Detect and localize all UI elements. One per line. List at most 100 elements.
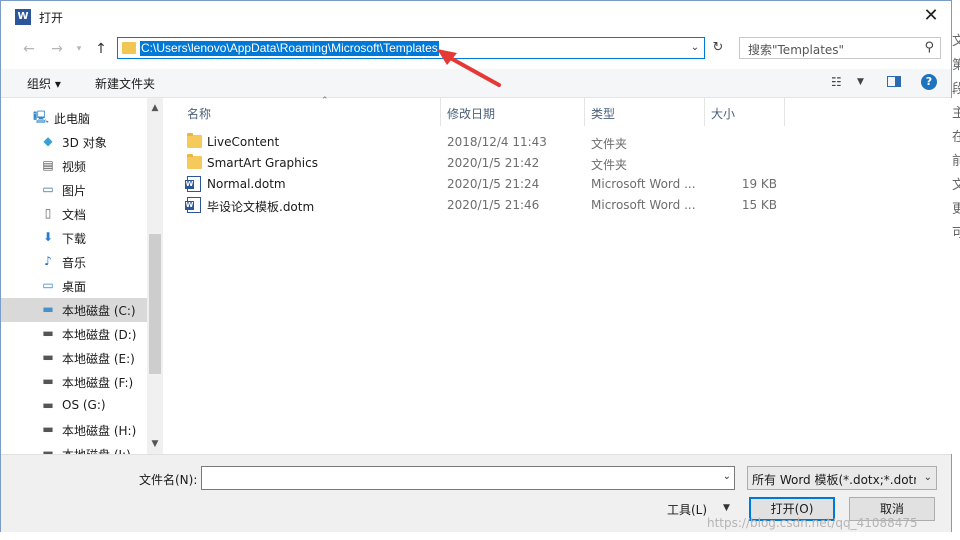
scroll-thumb[interactable]: [149, 234, 161, 374]
address-bar[interactable]: C:\Users\lenovo\AppData\Roaming\Microsof…: [117, 37, 705, 59]
scroll-down-icon[interactable]: ▼: [147, 436, 163, 452]
annotation-arrow-icon: [437, 49, 501, 87]
chevron-down-icon[interactable]: ▼: [723, 503, 730, 513]
nav-item-label: 本地磁盘 (D:): [62, 328, 137, 342]
filetype-select[interactable]: 所有 Word 模板(*.dotx;*.dotm ⌄: [747, 466, 937, 490]
desktop-icon: ▭: [42, 278, 54, 292]
filename-label: 文件名(N):: [139, 473, 198, 487]
filename-input[interactable]: ⌄: [201, 466, 735, 490]
column-header-name[interactable]: 名称 ⌃: [179, 96, 439, 126]
column-header-modified[interactable]: 修改日期: [439, 98, 583, 126]
nav-item[interactable]: ▬ 本地磁盘 (F:): [1, 370, 147, 394]
nav-item[interactable]: ▬ 本地磁盘 (C:): [1, 298, 147, 322]
recent-dropdown-icon[interactable]: ▾: [69, 39, 89, 59]
drive-icon: ▬: [42, 398, 54, 412]
nav-item[interactable]: ▬ OS (G:): [1, 394, 147, 418]
organize-button[interactable]: 组织 ▾: [27, 75, 61, 92]
pc-icon: 🖳: [33, 110, 50, 124]
file-size: 15 KB: [741, 198, 777, 212]
forward-arrow-icon[interactable]: →: [47, 39, 67, 59]
nav-item-label: 文档: [62, 208, 87, 222]
background-text-fragment: 主: [952, 106, 960, 121]
video-icon: ▤: [42, 158, 54, 172]
nav-item-label: 本地磁盘 (C:): [62, 304, 136, 318]
file-modified: 2020/1/5 21:24: [447, 177, 540, 191]
nav-item[interactable]: 🖳 此电脑: [1, 106, 147, 130]
search-box[interactable]: 搜索"Templates" ⚲: [739, 37, 941, 59]
file-list: 名称 ⌃ 修改日期 类型 大小 LiveContent 2018/12/4 11:…: [163, 96, 952, 454]
file-name: Normal.dotm: [207, 177, 286, 191]
column-header-type[interactable]: 类型: [583, 98, 703, 126]
nav-item-label: 图片: [62, 184, 87, 198]
nav-item-label: 视频: [62, 160, 87, 174]
background-text-fragment: 段: [952, 82, 960, 97]
nav-item-label: 3D 对象: [62, 136, 107, 150]
chevron-down-icon[interactable]: ⌄: [723, 471, 731, 482]
nav-scrollbar[interactable]: ▲ ▼: [147, 98, 163, 454]
file-name: LiveContent: [207, 135, 280, 149]
new-folder-button[interactable]: 新建文件夹: [95, 75, 155, 92]
search-icon[interactable]: ⚲: [924, 40, 934, 55]
folder-icon: [122, 42, 136, 54]
nav-item-label: 下载: [62, 232, 87, 246]
refresh-icon[interactable]: ↻: [709, 39, 727, 57]
background-text-fragment: 前: [952, 154, 960, 169]
file-name: SmartArt Graphics: [207, 156, 318, 170]
file-type: 文件夹: [591, 137, 628, 151]
chevron-down-icon[interactable]: ⌄: [924, 472, 932, 483]
nav-item-label: 本地磁盘 (H:): [62, 424, 137, 438]
file-row[interactable]: Normal.dotm 2020/1/5 21:24 Microsoft Word …: [163, 174, 952, 195]
folder-icon: [187, 133, 202, 148]
file-row[interactable]: LiveContent 2018/12/4 11:43 文件夹: [163, 132, 952, 153]
nav-item[interactable]: ◆ 3D 对象: [1, 130, 147, 154]
up-arrow-icon[interactable]: ↑: [91, 39, 111, 59]
file-modified: 2020/1/5 21:42: [447, 156, 540, 170]
file-modified: 2018/12/4 11:43: [447, 135, 547, 149]
background-text-fragment: 可: [952, 226, 960, 241]
tools-menu[interactable]: 工具(L): [667, 501, 707, 518]
nav-item[interactable]: ▯ 文档: [1, 202, 147, 226]
back-arrow-icon[interactable]: ←: [19, 39, 39, 59]
view-options-icon[interactable]: ☷: [831, 75, 842, 89]
column-divider[interactable]: [784, 98, 785, 126]
open-file-dialog: W 打开 ✕ ← → ▾ ↑ C:\Users\lenovo\AppData\R…: [0, 0, 952, 533]
nav-item[interactable]: ⬇ 下载: [1, 226, 147, 250]
file-row[interactable]: 毕设论文模板.dotm 2020/1/5 21:46 Microsoft Word …: [163, 195, 952, 216]
watermark-text: https://blog.csdn.net/qq_41088475: [707, 516, 918, 530]
nav-item[interactable]: ▭ 图片: [1, 178, 147, 202]
search-placeholder: 搜索"Templates": [748, 43, 845, 57]
nav-item-label: 本地磁盘 (I:): [62, 446, 131, 454]
file-row[interactable]: SmartArt Graphics 2020/1/5 21:42 文件夹: [163, 153, 952, 174]
nav-item[interactable]: ▬ 本地磁盘 (I:): [1, 442, 147, 455]
nav-item[interactable]: ▬ 本地磁盘 (D:): [1, 322, 147, 346]
nav-item-label: OS (G:): [62, 398, 106, 412]
nav-item[interactable]: ▬ 本地磁盘 (E:): [1, 346, 147, 370]
help-icon[interactable]: ?: [921, 74, 937, 90]
nav-item[interactable]: ♪ 音乐: [1, 250, 147, 274]
preview-pane-icon[interactable]: [887, 76, 901, 87]
background-text-fragment: 第: [952, 58, 960, 73]
chevron-down-icon[interactable]: ⌄: [688, 40, 702, 56]
address-path-text[interactable]: C:\Users\lenovo\AppData\Roaming\Microsof…: [140, 41, 439, 56]
nav-item[interactable]: ▬ 本地磁盘 (H:): [1, 418, 147, 442]
scroll-up-icon[interactable]: ▲: [147, 100, 163, 116]
nav-item-label: 桌面: [62, 280, 87, 294]
nav-item[interactable]: ▭ 桌面: [1, 274, 147, 298]
title-bar: W 打开 ✕: [1, 1, 951, 33]
file-type: Microsoft Word ...: [591, 177, 696, 191]
column-header-size[interactable]: 大小: [703, 98, 783, 126]
file-type: 文件夹: [591, 158, 628, 172]
nav-item-label: 本地磁盘 (F:): [62, 376, 134, 390]
background-document-edge: 文第段主在前文更可: [952, 0, 960, 540]
drive-icon: ▬: [42, 422, 54, 436]
dialog-title: 打开: [39, 11, 64, 25]
drive-icon: ▬: [42, 374, 54, 388]
word-document-icon: [185, 197, 201, 213]
nav-item-label: 本地磁盘 (E:): [62, 352, 135, 366]
drive-icon: ▬: [42, 350, 54, 364]
navigation-pane: 🖳 此电脑 ◆ 3D 对象 ▤ 视频 ▭ 图片 ▯ 文档 ⬇ 下载 ♪ 音乐 ▭ 桌面 ▬ 本地磁盘 (C:) ▬ 本…: [1, 98, 163, 454]
nav-item[interactable]: ▤ 视频: [1, 154, 147, 178]
chevron-down-icon[interactable]: ▼: [857, 77, 864, 87]
close-icon[interactable]: ✕: [919, 5, 943, 29]
dialog-footer: 文件名(N): ⌄ 所有 Word 模板(*.dotx;*.dotm ⌄ 工具(…: [1, 454, 951, 533]
